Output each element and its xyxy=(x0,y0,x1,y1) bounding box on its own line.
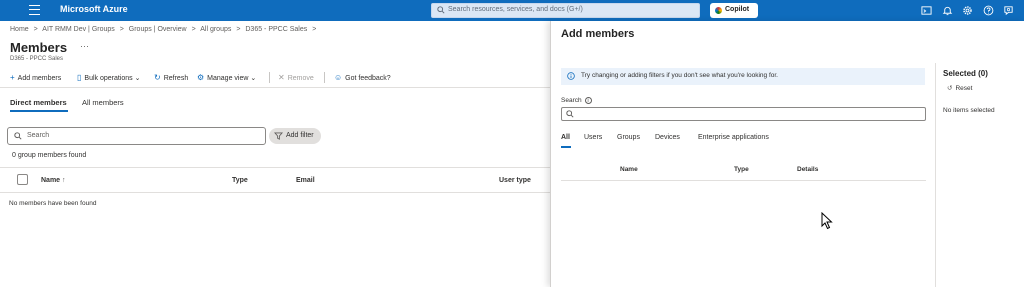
panel-tab-users[interactable]: Users xyxy=(584,134,602,141)
manage-view-button[interactable]: ⚙ Manage view ⌄ xyxy=(197,73,256,82)
tab-direct-members[interactable]: Direct members xyxy=(10,98,67,107)
bulk-operations-button[interactable]: ▯ Bulk operations ⌄ xyxy=(77,73,141,82)
add-filter-label: Add filter xyxy=(286,132,314,139)
chevron-down-icon: ⌄ xyxy=(250,75,257,82)
column-header-type[interactable]: Type xyxy=(232,177,248,184)
terminal-icon[interactable] xyxy=(921,5,932,16)
panel-tab-enterprise-applications[interactable]: Enterprise applications xyxy=(698,134,769,141)
refresh-button[interactable]: ↻ Refresh xyxy=(154,73,188,82)
panel-search-label: Search i xyxy=(561,97,592,104)
panel-search-label-text: Search xyxy=(561,97,582,105)
sort-ascending-icon: ↑ xyxy=(62,177,66,184)
feedback-icon[interactable] xyxy=(1003,5,1014,16)
refresh-icon: ↻ xyxy=(154,73,161,82)
breadcrumb-separator: > xyxy=(236,26,241,33)
reset-icon: ↺ xyxy=(947,85,953,92)
help-icon[interactable] xyxy=(983,5,994,16)
panel-tab-all[interactable]: All xyxy=(561,134,570,141)
hamburger-menu-icon[interactable] xyxy=(29,5,40,15)
gear-icon[interactable] xyxy=(962,5,973,16)
search-placeholder: Search xyxy=(27,132,50,139)
select-all-checkbox[interactable] xyxy=(17,174,28,185)
bulk-operations-label: Bulk operations xyxy=(84,75,133,82)
info-icon[interactable]: i xyxy=(584,97,592,104)
tab-all-members[interactable]: All members xyxy=(82,98,124,107)
breadcrumb-groups-overview[interactable]: Groups | Overview xyxy=(129,26,187,33)
no-items-text: No items selected xyxy=(943,107,995,114)
column-name-label: Name xyxy=(41,177,61,184)
remove-button[interactable]: ✕ Remove xyxy=(278,73,314,82)
close-icon: ✕ xyxy=(278,73,285,82)
add-filter-button[interactable]: Add filter xyxy=(269,128,321,144)
members-search-input[interactable]: Search xyxy=(7,127,266,145)
feedback-icon: ☺ xyxy=(334,73,343,82)
breadcrumb: Home > AIT RMM Dev | Groups > Groups | O… xyxy=(10,26,319,33)
portal-brand[interactable]: Microsoft Azure xyxy=(60,4,128,14)
search-icon xyxy=(437,6,445,14)
panel-search-input[interactable] xyxy=(561,107,926,121)
breadcrumb-separator: > xyxy=(119,26,124,33)
copilot-icon xyxy=(715,7,722,14)
panel-tab-groups[interactable]: Groups xyxy=(617,134,640,141)
remove-label: Remove xyxy=(287,75,314,82)
selected-pane-divider xyxy=(935,63,936,287)
more-options-button[interactable]: ··· xyxy=(80,41,89,51)
selected-title: Selected (0) xyxy=(943,69,988,78)
breadcrumb-groups[interactable]: AIT RMM Dev | Groups xyxy=(42,26,114,33)
breadcrumb-separator: > xyxy=(312,26,317,33)
info-icon xyxy=(567,72,575,80)
chevron-down-icon: ⌄ xyxy=(134,75,141,82)
column-header-name[interactable]: Name ↑ xyxy=(41,177,66,184)
search-icon xyxy=(14,132,22,140)
filter-icon xyxy=(274,132,283,140)
page-subtitle: D365 - PPCC Sales xyxy=(10,56,64,62)
manage-view-label: Manage view xyxy=(207,75,249,82)
top-bar: Microsoft Azure Search resources, servic… xyxy=(0,0,1024,21)
breadcrumb-separator: > xyxy=(191,26,196,33)
mouse-cursor-icon xyxy=(821,212,833,230)
panel-title: Add members xyxy=(561,28,635,40)
search-icon xyxy=(566,110,574,118)
add-members-panel xyxy=(550,21,1024,287)
breadcrumb-separator: > xyxy=(33,26,38,33)
add-members-label: Add members xyxy=(17,75,62,82)
add-members-button[interactable]: + Add members xyxy=(10,73,61,82)
column-header-email[interactable]: Email xyxy=(296,177,315,184)
plus-icon: + xyxy=(10,73,15,82)
panel-active-tab-indicator xyxy=(561,146,571,148)
global-search-placeholder: Search resources, services, and docs (G+… xyxy=(448,6,583,13)
panel-column-type[interactable]: Type xyxy=(734,166,749,173)
panel-column-name[interactable]: Name xyxy=(620,166,638,173)
panel-column-details[interactable]: Details xyxy=(797,166,818,173)
reset-button[interactable]: ↺ Reset xyxy=(947,84,972,92)
feedback-label: Got feedback? xyxy=(345,75,391,82)
info-banner-text: Try changing or adding filters if you do… xyxy=(581,72,778,79)
document-icon: ▯ xyxy=(77,73,82,82)
empty-state-text: No members have been found xyxy=(9,200,97,207)
gear-icon: ⚙ xyxy=(197,73,205,82)
breadcrumb-group[interactable]: D365 - PPCC Sales xyxy=(245,26,307,33)
bell-icon[interactable] xyxy=(942,5,953,16)
active-tab-indicator xyxy=(10,110,68,112)
feedback-button[interactable]: ☺ Got feedback? xyxy=(334,73,391,82)
page-title: Members xyxy=(10,40,68,55)
panel-tab-devices[interactable]: Devices xyxy=(655,134,680,141)
copilot-button[interactable]: Copilot xyxy=(710,3,758,18)
global-search-input[interactable]: Search resources, services, and docs (G+… xyxy=(431,3,700,18)
reset-label: Reset xyxy=(955,85,973,92)
breadcrumb-home[interactable]: Home xyxy=(10,26,29,33)
column-header-user-type[interactable]: User type xyxy=(499,177,531,184)
member-count: 0 group members found xyxy=(12,152,87,159)
refresh-label: Refresh xyxy=(163,75,189,82)
breadcrumb-all-groups[interactable]: All groups xyxy=(200,26,231,33)
copilot-label: Copilot xyxy=(725,6,750,13)
info-banner: Try changing or adding filters if you do… xyxy=(561,68,925,85)
